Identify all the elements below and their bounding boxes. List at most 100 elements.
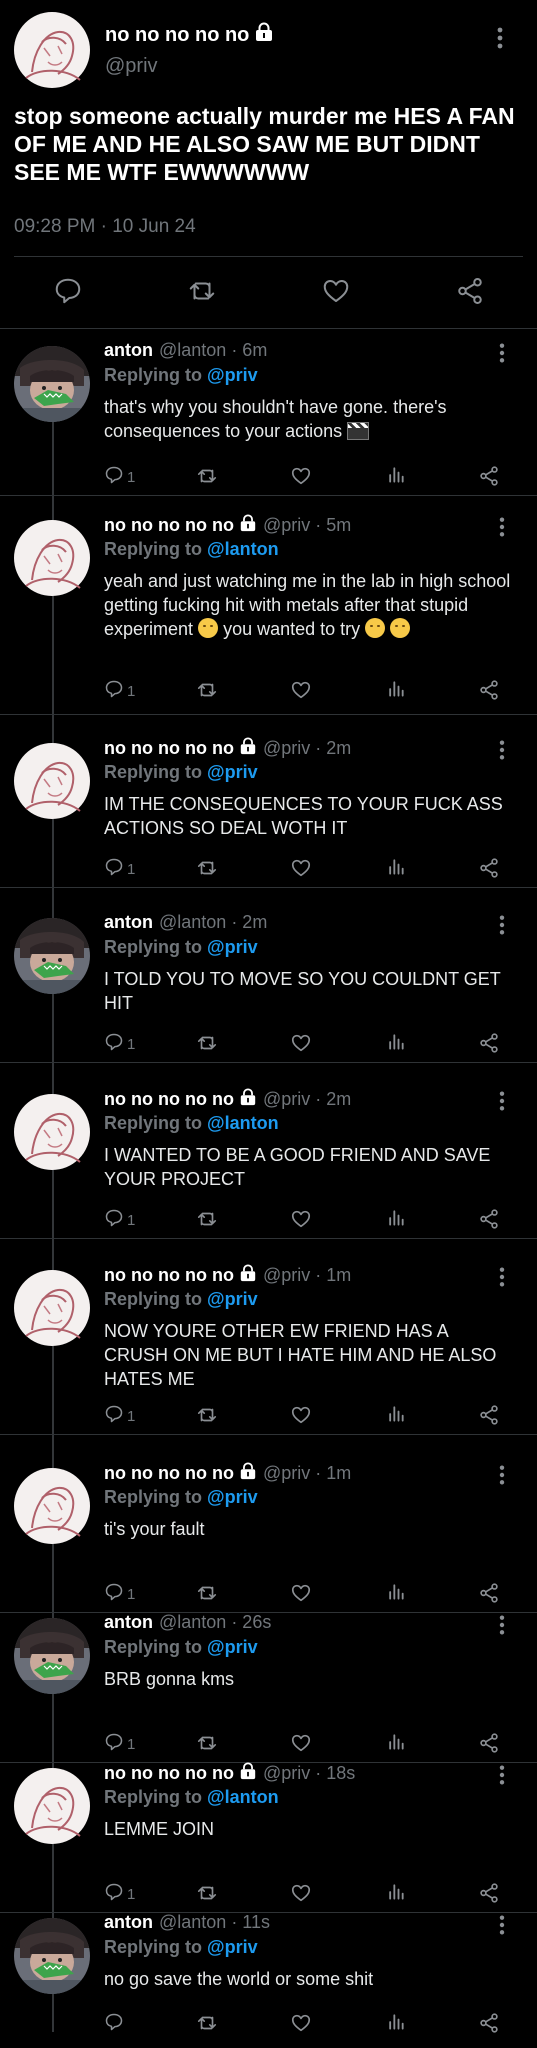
share-button[interactable]	[478, 1208, 500, 1234]
analytics-button[interactable]	[386, 1208, 406, 1232]
analytics-button[interactable]	[386, 679, 406, 703]
more-icon[interactable]	[499, 1614, 505, 1641]
share-button[interactable]	[478, 1582, 500, 1608]
reply-display-name[interactable]: anton	[104, 912, 153, 933]
retweet-icon[interactable]	[187, 276, 217, 311]
mention-link[interactable]: @lanton	[207, 539, 279, 559]
retweet-button[interactable]	[196, 1032, 218, 1058]
more-icon[interactable]	[499, 1266, 505, 1293]
comment-button[interactable]: 1	[104, 1208, 135, 1232]
like-button[interactable]	[290, 1404, 312, 1430]
avatar-priv[interactable]	[14, 743, 90, 819]
retweet-button[interactable]	[196, 2012, 218, 2038]
comment-button[interactable]: 1	[104, 1582, 135, 1606]
reply-text: that's why you shouldn't have gone. ther…	[104, 395, 514, 443]
retweet-button[interactable]	[196, 1404, 218, 1430]
analytics-button[interactable]	[386, 465, 406, 489]
reply-display-name[interactable]: anton	[104, 1612, 153, 1633]
share-button[interactable]	[478, 679, 500, 705]
mention-link[interactable]: @priv	[207, 1487, 258, 1507]
mention-link[interactable]: @priv	[207, 1637, 258, 1657]
reply-display-name[interactable]: no no no no no	[104, 1089, 234, 1110]
share-button[interactable]	[478, 857, 500, 883]
more-icon[interactable]	[499, 739, 505, 766]
share-button[interactable]	[478, 1882, 500, 1908]
like-button[interactable]	[290, 465, 312, 491]
mention-link[interactable]: @lanton	[207, 1113, 279, 1133]
more-icon[interactable]	[499, 1090, 505, 1117]
mention-link[interactable]: @lanton	[207, 1787, 279, 1807]
comment-button[interactable]: 1	[104, 679, 135, 703]
avatar-priv[interactable]	[14, 520, 90, 596]
reply-display-name[interactable]: no no no no no	[104, 1265, 234, 1286]
retweet-button[interactable]	[196, 1882, 218, 1908]
avatar-priv[interactable]	[14, 12, 90, 88]
more-icon[interactable]	[499, 914, 505, 941]
analytics-button[interactable]	[386, 2012, 406, 2036]
comment-button[interactable]: 1	[104, 1882, 135, 1906]
more-icon[interactable]	[499, 516, 505, 543]
display-name[interactable]: no no no no no	[105, 22, 274, 48]
comment-button[interactable]: 1	[104, 857, 135, 881]
retweet-button[interactable]	[196, 465, 218, 491]
reply-display-name[interactable]: no no no no no	[104, 738, 234, 759]
analytics-button[interactable]	[386, 857, 406, 881]
reply-display-name[interactable]: anton	[104, 1912, 153, 1933]
like-icon[interactable]	[321, 276, 351, 311]
like-button[interactable]	[290, 1882, 312, 1908]
mention-link[interactable]: @priv	[207, 1937, 258, 1957]
more-icon[interactable]	[499, 1914, 505, 1941]
share-icon[interactable]	[455, 276, 485, 311]
comment-icon[interactable]	[53, 276, 83, 311]
analytics-button[interactable]	[386, 1582, 406, 1606]
mention-link[interactable]: @priv	[207, 1289, 258, 1309]
avatar-anton[interactable]	[14, 346, 90, 422]
avatar-priv[interactable]	[14, 1270, 90, 1346]
avatar-priv[interactable]	[14, 1768, 90, 1844]
retweet-button[interactable]	[196, 679, 218, 705]
mention-link[interactable]: @priv	[207, 365, 258, 385]
share-button[interactable]	[478, 465, 500, 491]
avatar-anton[interactable]	[14, 918, 90, 994]
like-button[interactable]	[290, 679, 312, 705]
share-button[interactable]	[478, 1032, 500, 1058]
mention-link[interactable]: @priv	[207, 937, 258, 957]
comment-button[interactable]: 1	[104, 465, 135, 489]
more-icon[interactable]	[499, 1464, 505, 1491]
like-button[interactable]	[290, 1208, 312, 1234]
analytics-button[interactable]	[386, 1404, 406, 1428]
more-icon[interactable]	[499, 1764, 505, 1791]
like-button[interactable]	[290, 857, 312, 883]
more-icon[interactable]	[499, 342, 505, 369]
analytics-button[interactable]	[386, 1732, 406, 1756]
comment-button[interactable]: 1	[104, 1732, 135, 1756]
like-button[interactable]	[290, 2012, 312, 2038]
handle[interactable]: @priv	[105, 55, 158, 78]
avatar-anton[interactable]	[14, 1918, 90, 1994]
replying-to-label: Replying to	[104, 365, 202, 385]
avatar-priv[interactable]	[14, 1468, 90, 1544]
reply-display-name[interactable]: no no no no no	[104, 1763, 234, 1784]
like-button[interactable]	[290, 1582, 312, 1608]
share-button[interactable]	[478, 1404, 500, 1430]
retweet-button[interactable]	[196, 857, 218, 883]
retweet-button[interactable]	[196, 1208, 218, 1234]
more-icon[interactable]	[497, 26, 503, 55]
like-button[interactable]	[290, 1032, 312, 1058]
avatar-anton[interactable]	[14, 1618, 90, 1694]
reply-display-name[interactable]: no no no no no	[104, 515, 234, 536]
mention-link[interactable]: @priv	[207, 762, 258, 782]
retweet-button[interactable]	[196, 1732, 218, 1758]
comment-button[interactable]: 1	[104, 1032, 135, 1056]
comment-button[interactable]: 1	[104, 1404, 135, 1428]
analytics-button[interactable]	[386, 1882, 406, 1906]
comment-button[interactable]	[104, 2012, 127, 2036]
avatar-priv[interactable]	[14, 1094, 90, 1170]
like-button[interactable]	[290, 1732, 312, 1758]
analytics-button[interactable]	[386, 1032, 406, 1056]
reply-display-name[interactable]: anton	[104, 340, 153, 361]
share-button[interactable]	[478, 1732, 500, 1758]
retweet-button[interactable]	[196, 1582, 218, 1608]
share-button[interactable]	[478, 2012, 500, 2038]
reply-display-name[interactable]: no no no no no	[104, 1463, 234, 1484]
